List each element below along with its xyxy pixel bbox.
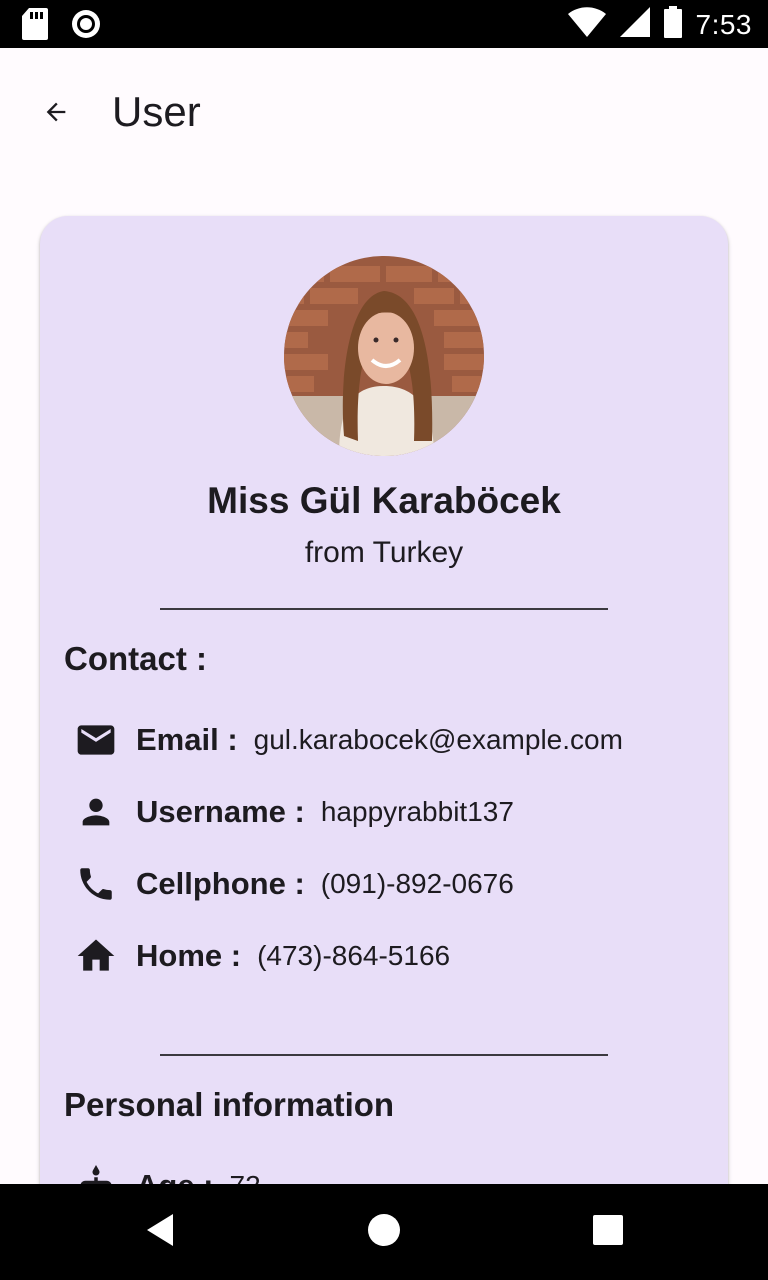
navigation-bar: [0, 1184, 768, 1280]
nav-back-button[interactable]: [136, 1208, 184, 1256]
divider: [160, 608, 608, 610]
home-circle-icon: [367, 1213, 401, 1252]
status-bar: 7:53: [0, 0, 768, 48]
email-row: Email : gul.karabocek@example.com: [74, 718, 623, 762]
home-icon: [74, 934, 118, 978]
cellphone-row: Cellphone : (091)-892-0676: [74, 862, 514, 906]
divider: [160, 1054, 608, 1056]
username-value: happyrabbit137: [320, 796, 514, 827]
email-value: gul.karabocek@example.com: [253, 724, 623, 755]
nav-recents-button[interactable]: [584, 1208, 632, 1256]
page-title: User: [112, 88, 201, 135]
home-row: Home : (473)-864-5166: [74, 934, 450, 978]
email-icon: [74, 718, 118, 762]
home-value: (473)-864-5166: [257, 940, 451, 971]
recents-square-icon: [592, 1214, 624, 1251]
person-icon: [74, 790, 118, 834]
nav-home-button[interactable]: [360, 1208, 408, 1256]
email-label: Email :: [136, 722, 238, 757]
back-button[interactable]: [28, 86, 84, 142]
user-origin: from Turkey: [304, 536, 464, 569]
sd-card-icon: [22, 8, 48, 45]
app-bar: User: [0, 48, 768, 176]
status-time: 7:53: [695, 8, 752, 40]
phone-icon: [74, 862, 118, 906]
contact-section-title: Contact :: [64, 640, 207, 677]
username-label: Username :: [136, 794, 305, 829]
home-label: Home :: [136, 938, 242, 973]
record-icon: [70, 8, 102, 45]
battery-icon: [663, 6, 682, 43]
username-row: Username : happyrabbit137: [74, 790, 514, 834]
avatar: [284, 256, 484, 456]
wifi-icon: [567, 7, 606, 42]
arrow-back-icon: [42, 98, 70, 131]
personal-section-title: Personal information: [64, 1086, 395, 1123]
back-triangle-icon: [143, 1212, 177, 1253]
signal-icon: [619, 7, 650, 42]
user-card: Miss Gül Karaböcek from Turkey Contact :…: [40, 216, 728, 1216]
user-name: Miss Gül Karaböcek: [207, 480, 561, 521]
cellphone-value: (091)-892-0676: [320, 868, 514, 899]
cellphone-label: Cellphone :: [136, 866, 305, 901]
